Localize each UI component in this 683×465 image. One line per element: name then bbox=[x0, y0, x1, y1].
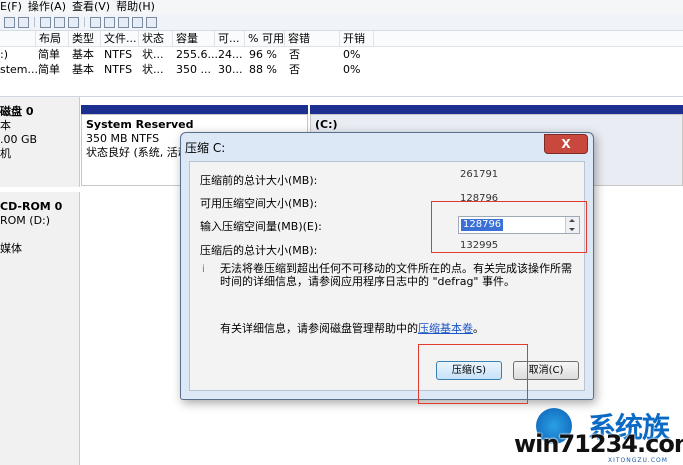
toolbar-separator bbox=[84, 17, 85, 27]
column-header-fault-tolerance[interactable]: 容错 bbox=[285, 31, 340, 46]
settings-icon[interactable] bbox=[146, 16, 157, 28]
cdrom-0-drive: ROM (D:) bbox=[0, 214, 51, 227]
table-row[interactable]: stem... 简单 基本 NTFS 状... 350 ... 30... 88… bbox=[0, 62, 683, 77]
check-icon[interactable] bbox=[104, 16, 115, 28]
open-icon[interactable] bbox=[118, 16, 129, 28]
dialog-title: 压缩 C: bbox=[185, 141, 226, 155]
table-row[interactable]: :) 简单 基本 NTFS 状... 255.6... 24... 96 % 否… bbox=[0, 47, 683, 62]
back-icon[interactable] bbox=[4, 16, 15, 28]
info-text: 无法将卷压缩到超出任何不可移动的文件所在的点。有关完成该操作所需时间的详细信息，… bbox=[220, 262, 572, 288]
column-header-free[interactable]: 可... bbox=[215, 31, 245, 46]
delete-icon[interactable] bbox=[90, 16, 101, 28]
help-text: 有关详细信息，请参阅磁盘管理帮助中的压缩基本卷。 bbox=[220, 320, 484, 336]
properties-icon[interactable] bbox=[40, 16, 51, 28]
cell-overhead: 0% bbox=[343, 48, 361, 61]
cell-capacity: 255.6... bbox=[176, 48, 218, 61]
cell-overhead: 0% bbox=[343, 63, 361, 76]
cell-fault-tolerance: 否 bbox=[289, 63, 300, 76]
toolbar bbox=[0, 14, 683, 31]
menu-item-help[interactable]: 帮助(H) bbox=[116, 0, 155, 14]
help-icon[interactable] bbox=[54, 16, 65, 28]
connect-icon[interactable] bbox=[68, 16, 79, 28]
cdrom-0-title: CD-ROM 0 bbox=[0, 200, 63, 213]
total-before-label: 压缩前的总计大小(MB): bbox=[200, 174, 318, 187]
column-header-filesystem[interactable]: 文件... bbox=[101, 31, 139, 46]
button-highlight-box bbox=[418, 344, 528, 404]
help-prefix: 有关详细信息，请参阅磁盘管理帮助中的 bbox=[220, 322, 418, 335]
menu-bar: E(F) 操作(A) 查看(V) 帮助(H) bbox=[0, 0, 683, 14]
column-header-capacity[interactable]: 容量 bbox=[173, 31, 215, 46]
cell-percent-free: 88 % bbox=[249, 63, 277, 76]
cdrom-0-media: 媒体 bbox=[0, 242, 22, 255]
cell-capacity: 350 ... bbox=[176, 63, 211, 76]
cell-fault-tolerance: 否 bbox=[289, 48, 300, 61]
total-after-label: 压缩后的总计大小(MB): bbox=[200, 244, 318, 257]
cell-filesystem: NTFS bbox=[104, 63, 133, 76]
cell-free: 24... bbox=[218, 48, 243, 61]
cell-status: 状... bbox=[142, 63, 164, 76]
close-button[interactable]: X bbox=[544, 134, 588, 154]
column-header-percent-free[interactable]: % 可用 bbox=[245, 31, 285, 46]
menu-item-action[interactable]: 操作(A) bbox=[28, 0, 66, 14]
column-header-layout[interactable]: 布局 bbox=[36, 31, 69, 46]
forward-icon[interactable] bbox=[18, 16, 29, 28]
total-before-value: 261791 bbox=[460, 169, 499, 180]
shrink-amount-label: 输入压缩空间量(MB)(E): bbox=[200, 220, 322, 233]
watermark: 系统族 win71234.com XITONGZU.COM bbox=[508, 400, 683, 465]
c-partition-bar bbox=[310, 105, 683, 114]
reserved-partition-name: System Reserved bbox=[86, 118, 194, 131]
reserved-partition-bar bbox=[81, 105, 308, 114]
watermark-url: win71234.com bbox=[514, 430, 683, 458]
help-link[interactable]: 压缩基本卷 bbox=[418, 322, 473, 335]
menu-item-view[interactable]: 查看(V) bbox=[72, 0, 110, 14]
cell-layout: 简单 bbox=[38, 63, 60, 76]
disk-0-title: 磁盘 0 bbox=[0, 105, 34, 118]
toolbar-separator bbox=[34, 17, 35, 27]
disk-0-status: 机 bbox=[0, 147, 11, 160]
volume-list: 布局 类型 文件... 状态 容量 可... % 可用 容错 开销 :) 简单 … bbox=[0, 31, 683, 97]
column-header-overhead[interactable]: 开销 bbox=[340, 31, 374, 46]
search-icon[interactable] bbox=[132, 16, 143, 28]
table-header: 布局 类型 文件... 状态 容量 可... % 可用 容错 开销 bbox=[0, 31, 683, 47]
cell-status: 状... bbox=[142, 48, 164, 61]
c-partition-name: (C:) bbox=[315, 118, 338, 131]
disk-0-type: 本 bbox=[0, 119, 11, 132]
cdrom-0-label[interactable]: CD-ROM 0 ROM (D:) 媒体 bbox=[0, 192, 80, 465]
cell-volume: :) bbox=[0, 48, 8, 61]
disk-0-label[interactable]: 磁盘 0 本 .00 GB 机 bbox=[0, 97, 80, 187]
shrink-dialog: 压缩 C: X 压缩前的总计大小(MB): 261791 可用压缩空间大小(MB… bbox=[180, 132, 594, 400]
watermark-subtext: XITONGZU.COM bbox=[608, 457, 668, 464]
info-icon: i bbox=[202, 264, 205, 275]
disk-0-size: .00 GB bbox=[0, 133, 38, 146]
cell-percent-free: 96 % bbox=[249, 48, 277, 61]
input-highlight-box bbox=[431, 201, 587, 253]
column-header-volume[interactable] bbox=[0, 31, 36, 46]
column-header-status[interactable]: 状态 bbox=[139, 31, 173, 46]
cell-type: 基本 bbox=[72, 48, 94, 61]
cell-volume: stem... bbox=[0, 63, 39, 76]
cell-free: 30... bbox=[218, 63, 243, 76]
menu-item-edit[interactable]: E(F) bbox=[0, 0, 22, 14]
cell-layout: 简单 bbox=[38, 48, 60, 61]
available-space-label: 可用压缩空间大小(MB): bbox=[200, 197, 318, 210]
column-header-type[interactable]: 类型 bbox=[69, 31, 101, 46]
help-suffix: 。 bbox=[473, 322, 484, 335]
cell-filesystem: NTFS bbox=[104, 48, 133, 61]
cell-type: 基本 bbox=[72, 63, 94, 76]
